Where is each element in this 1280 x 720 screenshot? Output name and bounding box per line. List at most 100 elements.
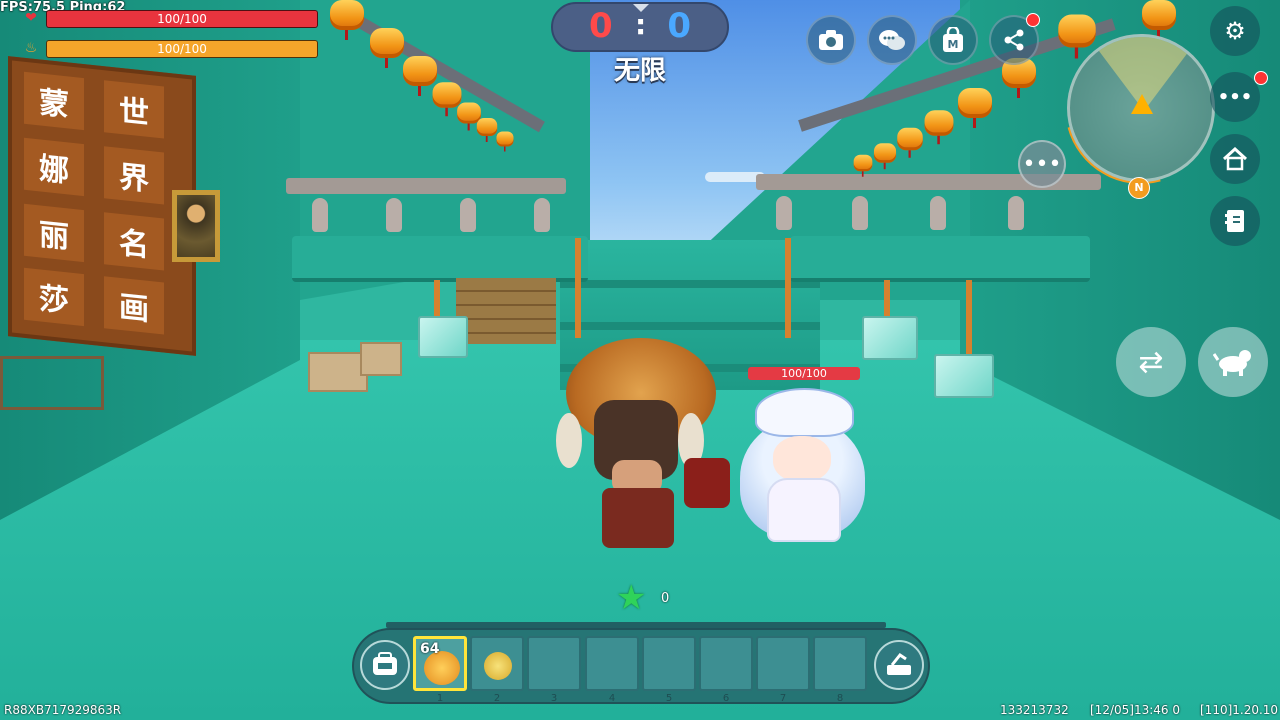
calligraphy-char: 丽: [24, 203, 84, 263]
baluster: [386, 198, 402, 232]
wooden-chair: [308, 352, 368, 392]
star-cart-icon: [484, 652, 512, 680]
pole: [434, 280, 440, 320]
lantern: [403, 56, 437, 96]
switch-view-button[interactable]: ⇄: [1116, 327, 1186, 397]
lantern: [924, 110, 954, 145]
shopping-bag-icon: M: [943, 27, 963, 52]
hotbar-slot-1[interactable]: 64: [413, 636, 467, 691]
left-railing: [286, 178, 566, 194]
crafting-table-icon: [887, 652, 911, 675]
baluster: [312, 198, 328, 232]
share-icon: [1004, 29, 1024, 51]
health-bar-label: 100/100: [157, 12, 207, 26]
gear-icon: ⚙: [1224, 17, 1246, 45]
hotbar-slot-3[interactable]: [527, 636, 581, 691]
crafting-button[interactable]: [874, 640, 924, 690]
wood-crate-stack: [456, 278, 556, 344]
lantern: [873, 143, 897, 170]
hotbar-slot-7[interactable]: [756, 636, 810, 691]
glass-display-case: [0, 356, 104, 410]
pole: [884, 280, 890, 320]
pole: [575, 238, 581, 338]
glass-block: [862, 316, 918, 360]
hotbar-slot-number: 2: [493, 693, 501, 704]
pet-button[interactable]: [1198, 327, 1268, 397]
shop-button[interactable]: M: [928, 15, 978, 65]
hotbar-slot-number: 6: [722, 693, 730, 704]
home-button[interactable]: [1210, 134, 1260, 184]
scoreboard: 0 : 0: [551, 2, 729, 52]
timestamp: [12/05]13:46 0: [1090, 703, 1180, 717]
calligraphy-char: 世: [104, 80, 164, 139]
right-balcony: [790, 236, 1090, 282]
svg-text:M: M: [948, 38, 959, 51]
calligraphy-char: 蒙: [24, 71, 84, 131]
health-bar: 100/100: [46, 10, 318, 28]
lantern: [370, 28, 404, 68]
stage-step: [560, 280, 820, 288]
score-separator: :: [635, 8, 647, 41]
compass-north-label: N: [1128, 177, 1150, 199]
more-notification-dot: [1254, 71, 1268, 85]
speech-bubbles-icon: [879, 30, 905, 50]
share-notification-dot: [1026, 13, 1040, 27]
lantern: [897, 127, 923, 158]
version: [110]1.20.10: [1200, 703, 1279, 717]
lantern: [1142, 0, 1176, 40]
hotbar-slot-5[interactable]: [642, 636, 696, 691]
baluster: [1008, 196, 1024, 230]
lantern: [958, 88, 992, 128]
baluster: [852, 196, 868, 230]
chat-button[interactable]: [867, 15, 917, 65]
lantern: [853, 154, 873, 177]
quick-chat-button[interactable]: •••: [1018, 140, 1066, 188]
player-character-boar: [556, 338, 736, 558]
settings-button[interactable]: ⚙: [1210, 6, 1260, 56]
hotbar-slot-8[interactable]: [813, 636, 867, 691]
camera-button[interactable]: [806, 15, 856, 65]
hotbar-slot-2[interactable]: [470, 636, 524, 691]
stage-step: [560, 322, 820, 330]
glass-block: [934, 354, 994, 398]
hotbar-slot-number: 5: [665, 693, 673, 704]
star-count: 0: [661, 591, 670, 606]
notebook-icon: [1225, 210, 1244, 232]
lantern: [496, 131, 514, 152]
hotbar-slot-6[interactable]: [699, 636, 753, 691]
backpack-icon: [373, 652, 397, 675]
hunger-bar-label: 100/100: [157, 42, 207, 56]
device-id: R88XB717929863R: [4, 703, 122, 717]
hotbar-slot-count: 64: [420, 641, 440, 657]
glass-block: [418, 316, 468, 358]
swap-arrows-icon: ⇄: [1138, 344, 1164, 380]
baluster: [930, 196, 946, 230]
hotbar-slot-number: 4: [608, 693, 616, 704]
calligraphy-char: 界: [104, 146, 164, 205]
home-icon: [1222, 147, 1248, 171]
chat-dots-icon: •••: [1022, 151, 1062, 177]
calligraphy-char: 莎: [24, 267, 84, 327]
star-icon: ★: [616, 578, 647, 618]
blue-team-score: 0: [667, 6, 691, 46]
more-button[interactable]: •••: [1210, 72, 1260, 122]
backpack-button[interactable]: [360, 640, 410, 690]
npc-character-girl[interactable]: [735, 388, 870, 548]
drumstick-icon: ♨: [24, 40, 38, 56]
notebook-button[interactable]: [1210, 196, 1260, 246]
lantern: [476, 118, 498, 142]
wooden-chair: [360, 342, 402, 376]
baluster: [776, 196, 792, 230]
hotbar-slot-4[interactable]: [585, 636, 639, 691]
calligraphy-char: 画: [104, 276, 164, 335]
more-dots-icon: •••: [1217, 86, 1253, 108]
hotbar-slot-number: 8: [836, 693, 844, 704]
calligraphy-board: 蒙 世 娜 界 丽 名 莎 画: [8, 56, 196, 356]
hunger-bar: 100/100: [46, 40, 318, 58]
dog-icon: [1213, 350, 1251, 376]
npc-health-bar: 100/100: [748, 367, 860, 380]
camera-icon: [819, 30, 843, 50]
hotbar-slot-number: 3: [550, 693, 558, 704]
lantern: [432, 82, 462, 117]
player-position-marker: [1131, 94, 1153, 114]
